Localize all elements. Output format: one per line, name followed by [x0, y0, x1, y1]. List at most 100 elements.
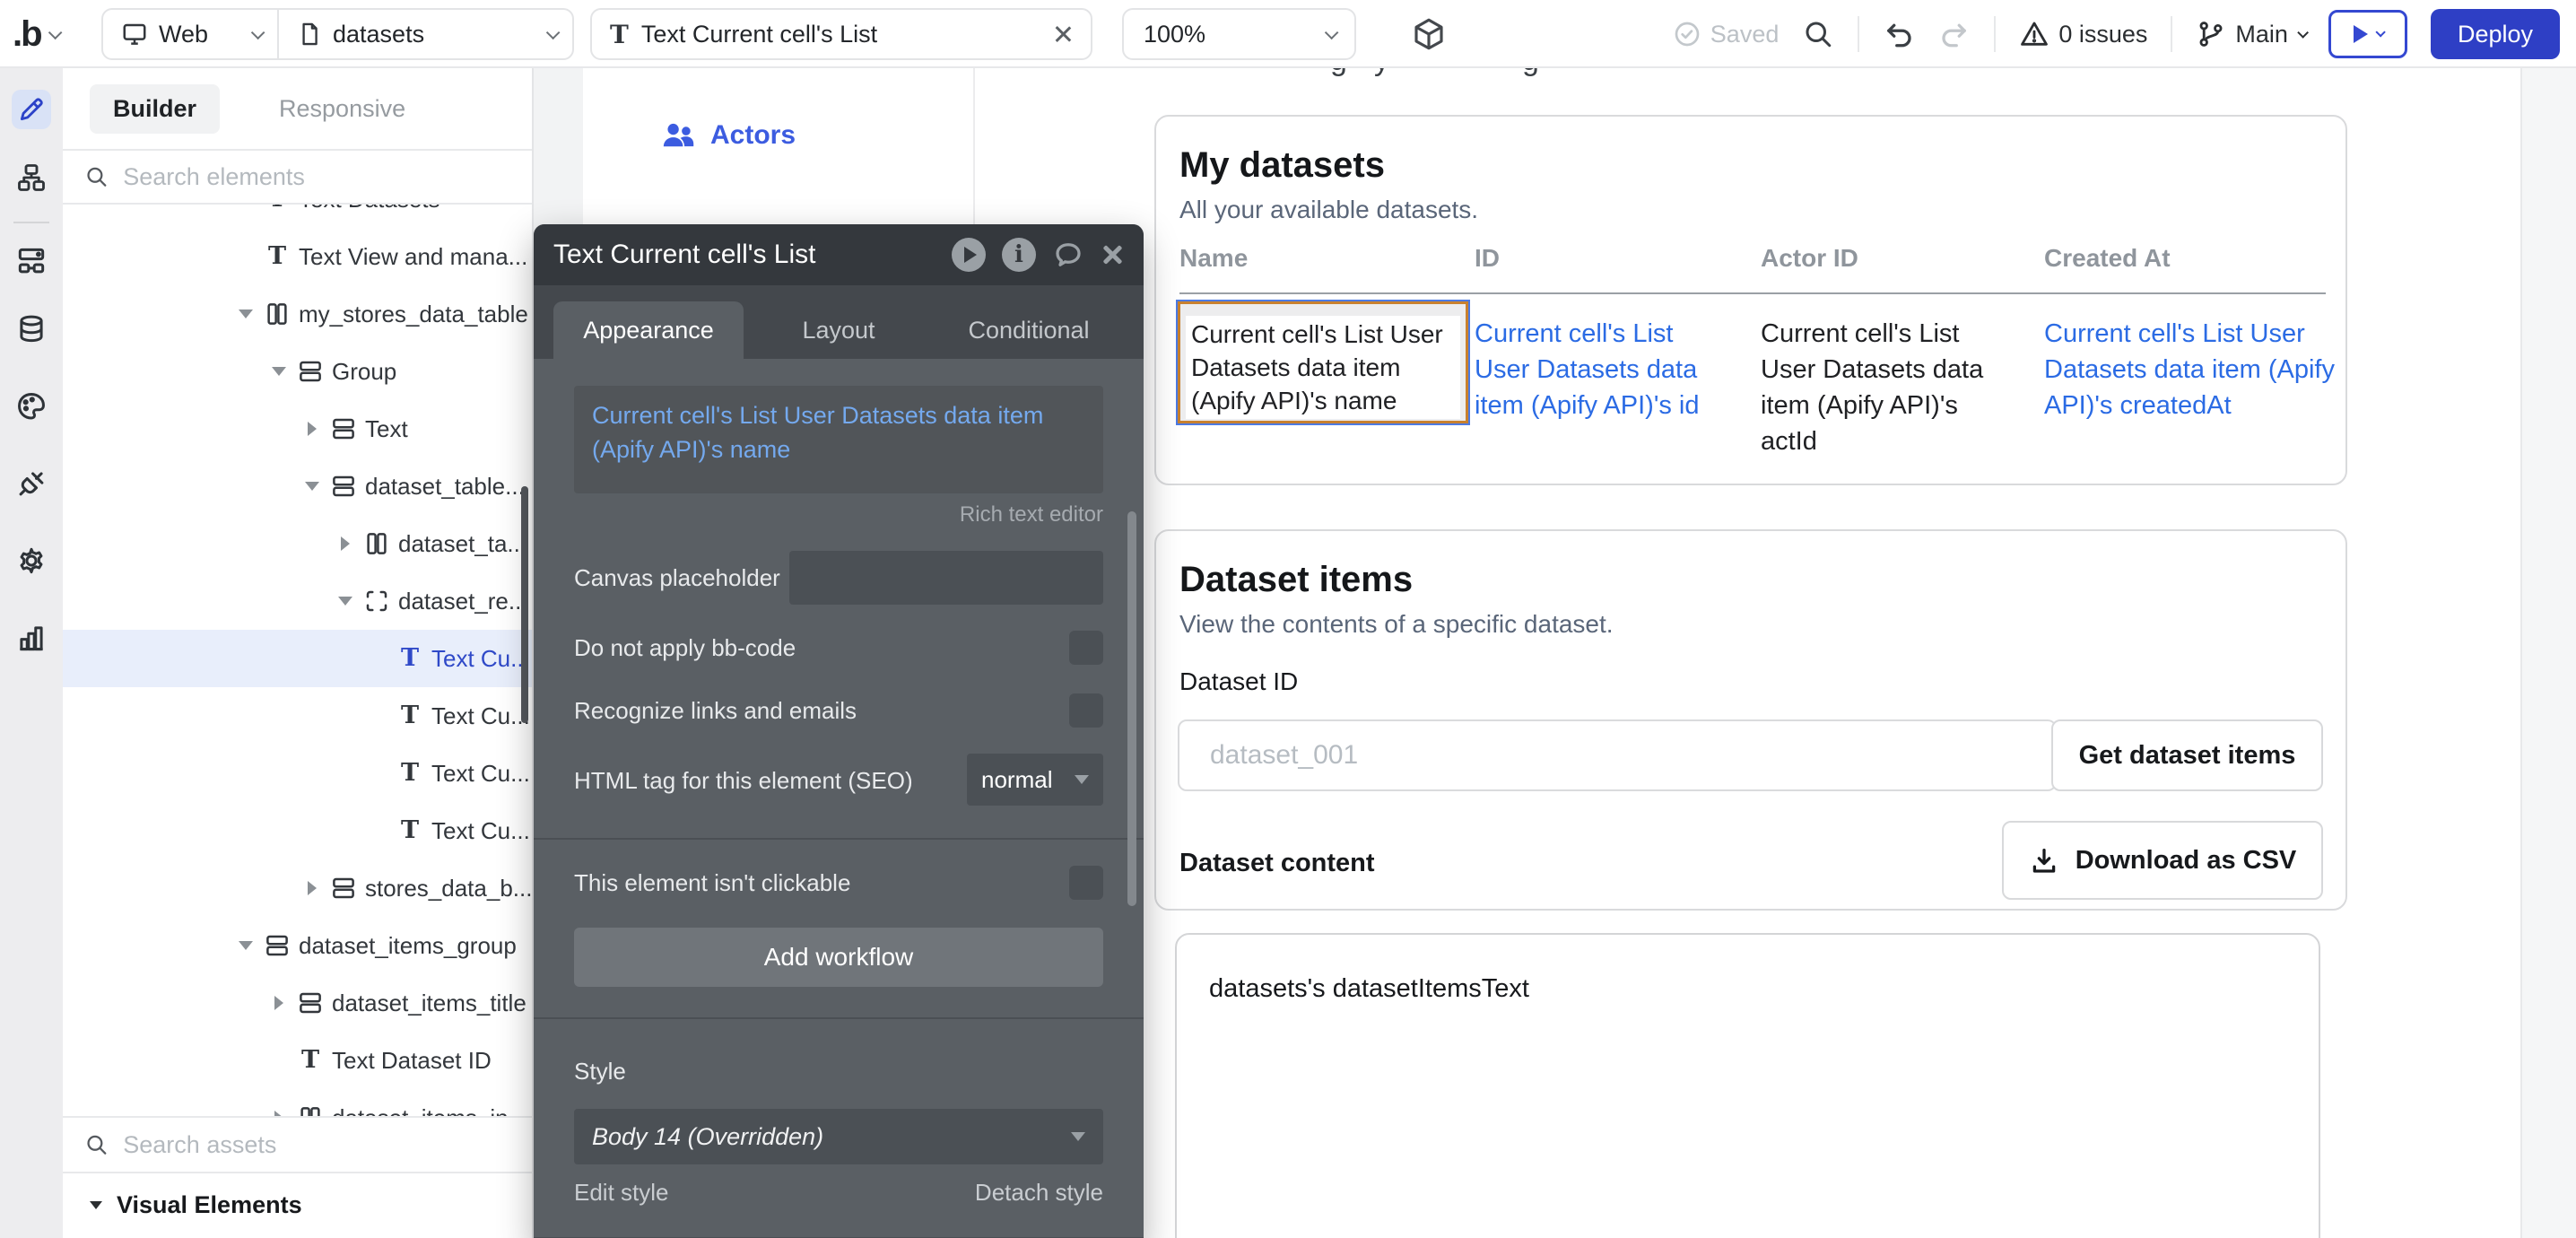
tab-builder[interactable]: Builder	[90, 84, 220, 134]
rail-item-settings[interactable]	[14, 544, 48, 578]
search-button[interactable]	[1802, 18, 1834, 50]
database-icon	[14, 312, 48, 346]
platform-select[interactable]: Web	[103, 10, 279, 58]
page-icon	[297, 21, 322, 48]
rail-item-backend[interactable]	[14, 244, 48, 278]
tree-item-my-stores-data-table[interactable]: my_stores_data_table	[63, 285, 532, 343]
column-header-actor-id: Actor ID	[1761, 244, 1858, 273]
tree-item-text-cu[interactable]: TText Cu...	[63, 687, 532, 745]
people-icon	[660, 120, 696, 151]
tree-item-dataset-re[interactable]: dataset_re...	[63, 572, 532, 630]
undo-button[interactable]	[1883, 18, 1915, 50]
chevron-down-icon[interactable]	[232, 941, 259, 950]
preview-button[interactable]	[2328, 10, 2407, 58]
group-element-icon	[259, 932, 295, 959]
zoom-select[interactable]: 100%	[1122, 8, 1356, 60]
elements-search	[63, 151, 532, 205]
tab-appearance[interactable]: Appearance	[553, 301, 744, 359]
cell-id-text[interactable]: Current cell's List User Datasets data i…	[1475, 316, 1730, 423]
property-editor-title: Text Current cell's List	[553, 240, 952, 270]
get-dataset-items-button[interactable]: Get dataset items	[2051, 719, 2323, 791]
dataset-id-input[interactable]	[1178, 719, 2057, 791]
column-header-name: Name	[1179, 244, 1248, 273]
tree-item-text-view-and-mana[interactable]: TText View and mana...	[63, 228, 532, 285]
dataset-content-box: datasets's datasetItemsText	[1175, 933, 2320, 1238]
tree-item-text-cu[interactable]: TText Cu...	[63, 802, 532, 859]
text-expression-input[interactable]: Current cell's List User Datasets data i…	[574, 386, 1103, 493]
rail-item-plugins[interactable]	[14, 466, 48, 501]
elements-panel: Builder Responsive TText DatasetsTText V…	[63, 68, 534, 1238]
deploy-button[interactable]: Deploy	[2431, 9, 2560, 59]
comment-icon[interactable]	[1052, 239, 1084, 271]
cell-actor-id-text[interactable]: Current cell's List User Datasets data i…	[1761, 316, 1989, 459]
chevron-right-icon[interactable]	[299, 881, 326, 895]
rail-item-workflows[interactable]	[15, 161, 48, 194]
redo-button[interactable]	[1938, 18, 1971, 50]
not-clickable-checkbox[interactable]	[1069, 866, 1103, 900]
tab-layout[interactable]: Layout	[744, 301, 934, 359]
style-label: Style	[574, 1058, 626, 1085]
rail-item-design[interactable]	[12, 90, 51, 129]
panel-tabs: Builder Responsive	[63, 68, 532, 151]
issues-button[interactable]: 0 issues	[2019, 19, 2147, 49]
bubble-logo-icon: .b	[13, 14, 41, 55]
rail-item-logs[interactable]	[14, 621, 48, 655]
tree-item-dataset-table[interactable]: dataset_table...	[63, 458, 532, 515]
chevron-down-icon[interactable]	[332, 597, 359, 606]
html-tag-select[interactable]: normal	[967, 754, 1103, 806]
tree-scrollbar[interactable]	[521, 486, 528, 723]
inspector-scrollbar[interactable]	[1127, 511, 1136, 906]
element-tab[interactable]: T Text Current cell's List	[590, 8, 1092, 60]
edit-style-link[interactable]: Edit style	[574, 1179, 669, 1207]
tree-item-stores-data-b[interactable]: stores_data_b...	[63, 859, 532, 917]
rail-item-data[interactable]	[14, 312, 48, 346]
rich-text-editor-link[interactable]: Rich text editor	[574, 502, 1103, 527]
component-library-button[interactable]	[1410, 8, 1448, 60]
rail-item-styles[interactable]	[14, 389, 48, 423]
tree-item-dataset-ta[interactable]: dataset_ta...	[63, 515, 532, 572]
selected-text-cell-name[interactable]: Current cell's List User Datasets data i…	[1178, 301, 1468, 423]
tree-item-dataset-items-title[interactable]: dataset_items_title	[63, 974, 532, 1032]
bb-code-checkbox[interactable]	[1069, 631, 1103, 665]
tree-item-text-datasets[interactable]: TText Datasets	[63, 205, 532, 228]
tree-item-text-dataset-id[interactable]: TText Dataset ID	[63, 1032, 532, 1089]
bubble-logo-menu[interactable]: .b	[13, 8, 58, 60]
chevron-down-icon[interactable]	[299, 482, 326, 491]
chevron-right-icon[interactable]	[332, 536, 359, 551]
branch-select[interactable]: Main	[2196, 19, 2305, 49]
property-editor-header[interactable]: Text Current cell's List i	[534, 224, 1144, 285]
detach-style-link[interactable]: Detach style	[975, 1179, 1103, 1207]
cell-created-at-text[interactable]: Current cell's List User Datasets data i…	[2044, 316, 2354, 423]
tree-item-text-cu[interactable]: TText Cu...	[63, 630, 532, 687]
canvas-placeholder-input[interactable]	[789, 551, 1103, 605]
style-select[interactable]: Body 14 (Overridden)	[574, 1109, 1103, 1164]
chevron-down-icon	[2297, 27, 2309, 39]
tree-item-text-cu[interactable]: TText Cu...	[63, 745, 532, 802]
search-elements-input[interactable]	[123, 163, 510, 191]
chevron-down-icon[interactable]	[265, 367, 292, 376]
info-icon[interactable]: i	[1002, 238, 1036, 272]
close-icon[interactable]	[1101, 243, 1124, 266]
nav-item-actors[interactable]: Actors	[660, 120, 796, 151]
tree-item-text[interactable]: Text	[63, 400, 532, 458]
tree-item-dataset-items-in[interactable]: dataset_items_in...	[63, 1089, 532, 1116]
bubble-editor: Actors g y g My datasets All your availa…	[0, 0, 2576, 1238]
visual-elements-section[interactable]: Visual Elements	[63, 1173, 532, 1236]
property-editor-tabs: Appearance Layout Conditional	[534, 285, 1144, 359]
search-assets-input[interactable]	[123, 1131, 510, 1159]
preview-play-icon[interactable]	[952, 238, 986, 272]
group-element-icon	[292, 990, 328, 1016]
download-csv-button[interactable]: Download as CSV	[2002, 821, 2323, 900]
chevron-right-icon[interactable]	[265, 996, 292, 1010]
tab-responsive[interactable]: Responsive	[256, 84, 429, 134]
add-workflow-button[interactable]: Add workflow	[574, 928, 1103, 987]
close-tab-icon[interactable]	[1053, 24, 1073, 44]
property-editor-body: Current cell's List User Datasets data i…	[534, 359, 1144, 1238]
tree-item-dataset-items-group[interactable]: dataset_items_group	[63, 917, 532, 974]
chevron-right-icon[interactable]	[299, 422, 326, 436]
tab-conditional[interactable]: Conditional	[934, 301, 1124, 359]
chevron-down-icon[interactable]	[232, 310, 259, 318]
tree-item-group[interactable]: Group	[63, 343, 532, 400]
recognize-links-checkbox[interactable]	[1069, 693, 1103, 728]
page-select[interactable]: datasets	[279, 10, 572, 58]
